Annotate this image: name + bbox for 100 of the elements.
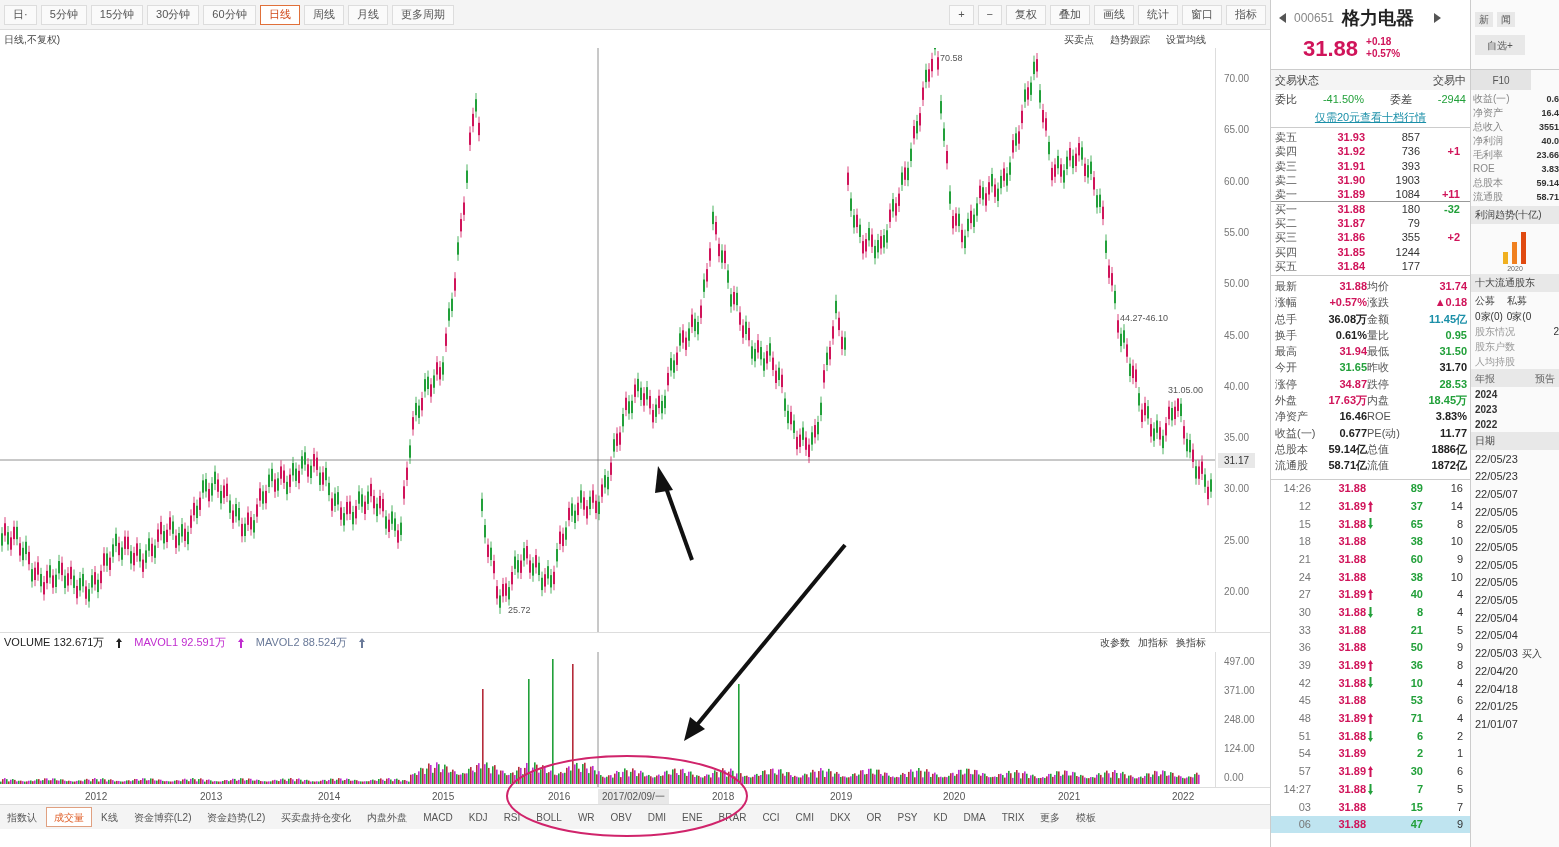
finance-value: 3551 — [1538, 121, 1559, 134]
toolbar-button[interactable]: − — [977, 4, 1002, 25]
news-button[interactable]: 新 — [1475, 12, 1493, 27]
chart-title: 日线,不复权) — [4, 32, 61, 47]
tick-row[interactable]: 24 31.88 38 10 — [1271, 567, 1470, 586]
indicator-button[interactable]: 换指标 — [1176, 635, 1206, 650]
toolbar-button[interactable]: + — [949, 4, 974, 25]
indicator-tab[interactable]: 内盘外盘 — [360, 807, 415, 827]
date-cell-text: 22/05/23 — [1475, 469, 1518, 485]
indicator-tab[interactable]: 模板 — [1069, 807, 1104, 827]
tick-volume: 8 — [1415, 604, 1423, 620]
tick-row[interactable]: 33 31.88 21 5 — [1271, 621, 1470, 639]
report-tab[interactable]: 预告 — [1535, 370, 1555, 386]
indicator-tab[interactable]: KDJ — [461, 807, 495, 827]
indicator-button[interactable]: 改参数 — [1100, 635, 1130, 650]
toolbar-button[interactable]: 叠加 — [1050, 4, 1090, 25]
tick-row[interactable]: 14:27 31.88 7 5 — [1271, 780, 1470, 798]
indicator-tab[interactable]: K线 — [94, 807, 125, 827]
report-year: 2022 — [1474, 418, 1499, 432]
period-tab[interactable]: 日· — [4, 4, 37, 25]
indicator-tab[interactable]: DMA — [956, 807, 993, 827]
indicator-tab[interactable]: OBV — [603, 807, 639, 827]
period-tab[interactable]: 更多周期 — [391, 4, 454, 25]
price-level-label: 31.05.00 — [1168, 384, 1204, 398]
indicator-tab[interactable]: PSY — [890, 807, 925, 827]
indicator-tab[interactable]: TRIX — [994, 807, 1032, 827]
indicator-tab[interactable]: 资金趋势(L2) — [200, 807, 273, 827]
stat-value: 3.83% — [1434, 409, 1467, 425]
indicator-tab[interactable]: MACD — [416, 807, 460, 827]
stat-label: 外盘 — [1275, 393, 1298, 409]
period-tab[interactable]: 日线 — [259, 4, 300, 25]
period-tab[interactable]: 5分钟 — [40, 4, 87, 25]
toolbar-button[interactable]: 复权 — [1006, 4, 1046, 25]
indicator-tab[interactable]: 成交量 — [46, 807, 92, 827]
tick-price: 31.88 — [1338, 728, 1366, 744]
holder-value: 2 — [1553, 325, 1559, 339]
indicator-tab[interactable]: KD — [926, 807, 955, 827]
period-tab[interactable]: 15分钟 — [90, 4, 144, 25]
tick-volume: 65 — [1409, 516, 1423, 532]
tick-row[interactable]: 51 31.88 6 2 — [1271, 727, 1470, 745]
chart-option[interactable]: 买卖点 — [1064, 31, 1094, 47]
tick-row[interactable]: 36 31.88 50 9 — [1271, 638, 1470, 657]
tick-row[interactable]: 54 31.89 2 1 — [1271, 744, 1470, 763]
status-value: 交易中 — [1433, 72, 1466, 88]
tick-row[interactable]: 39 31.89 36 8 — [1271, 656, 1470, 675]
indicator-tab[interactable]: ENE — [675, 807, 710, 827]
finance-value: 40.0 — [1541, 135, 1559, 148]
f10-tab[interactable]: F10 — [1471, 70, 1531, 90]
toolbar-button[interactable]: 统计 — [1138, 4, 1178, 25]
indicator-tab[interactable]: 更多 — [1033, 807, 1068, 827]
indicator-tab[interactable]: CCI — [755, 807, 787, 827]
toolbar-button[interactable]: 窗口 — [1182, 4, 1222, 25]
news-button[interactable]: 闻 — [1497, 12, 1515, 27]
tick-volume: 36 — [1409, 658, 1423, 673]
previous-icon[interactable] — [1279, 13, 1286, 23]
indicator-tab[interactable]: 资金博弈(L2) — [126, 807, 199, 827]
indicator-tab[interactable]: DMI — [640, 807, 673, 827]
indicator-tab[interactable]: RSI — [496, 807, 528, 827]
tick-row[interactable]: 14:26 31.88 89 16 — [1271, 479, 1470, 498]
tick-row[interactable]: 30 31.88 8 4 — [1271, 603, 1470, 622]
order-level: 买三 — [1275, 230, 1298, 245]
indicator-tab[interactable]: OR — [859, 807, 889, 827]
tick-row[interactable]: 57 31.89 30 6 — [1271, 762, 1470, 781]
tick-row[interactable]: 15 31.88 65 8 — [1271, 514, 1470, 533]
level2-link[interactable]: 仅需20元查看十档行情 — [1314, 109, 1427, 126]
period-tab[interactable]: 30分钟 — [147, 4, 200, 25]
tick-row[interactable]: 45 31.88 53 6 — [1271, 691, 1470, 710]
indicator-tab[interactable]: DKX — [822, 807, 858, 827]
finance-label: 净利润 — [1473, 134, 1503, 148]
tick-row[interactable]: 42 31.88 10 4 — [1271, 674, 1470, 692]
order-volume: 736 — [1400, 144, 1420, 159]
add-watchlist-button[interactable]: 自选+ — [1475, 35, 1525, 55]
report-tab[interactable]: 年报 — [1475, 370, 1495, 386]
indicator-tab[interactable]: BOLL — [529, 807, 569, 827]
tick-row[interactable]: 06 31.88 47 9 — [1271, 815, 1470, 834]
toolbar-button[interactable]: 画线 — [1094, 4, 1134, 25]
price-change-percent: +0.57% — [1366, 48, 1401, 60]
period-tab[interactable]: 周线 — [303, 4, 344, 25]
next-icon[interactable] — [1434, 13, 1442, 23]
period-tab[interactable]: 月线 — [347, 4, 388, 25]
tick-row[interactable]: 18 31.88 38 10 — [1271, 532, 1470, 551]
tick-row[interactable]: 03 31.88 15 7 — [1271, 797, 1470, 816]
tick-row[interactable]: 48 31.89 71 4 — [1271, 709, 1470, 728]
indicator-value: MAVOL1 92.591万 — [134, 635, 226, 651]
order-volume: 1244 — [1394, 244, 1420, 259]
indicator-tab[interactable]: 指数认 — [0, 807, 44, 827]
indicator-tab[interactable]: WR — [570, 807, 602, 827]
chart-option[interactable]: 设置均线 — [1166, 31, 1206, 47]
chart-option[interactable]: 趋势跟踪 — [1110, 31, 1150, 47]
indicator-tab[interactable]: 买卖盘持仓变化 — [274, 807, 359, 827]
stat-value: 31.70 — [1438, 360, 1467, 376]
tick-row[interactable]: 21 31.88 60 9 — [1271, 550, 1470, 568]
toolbar-button[interactable]: 指标 — [1226, 4, 1266, 25]
tick-row[interactable]: 27 31.89 40 4 — [1271, 585, 1470, 604]
order-price: 31.89 — [1336, 187, 1365, 202]
period-tab[interactable]: 60分钟 — [203, 4, 256, 25]
indicator-tab[interactable]: CMI — [788, 807, 821, 827]
tick-price: 31.88 — [1338, 640, 1366, 656]
tick-row[interactable]: 12 31.89 37 14 — [1271, 497, 1470, 515]
indicator-button[interactable]: 加指标 — [1138, 635, 1168, 650]
